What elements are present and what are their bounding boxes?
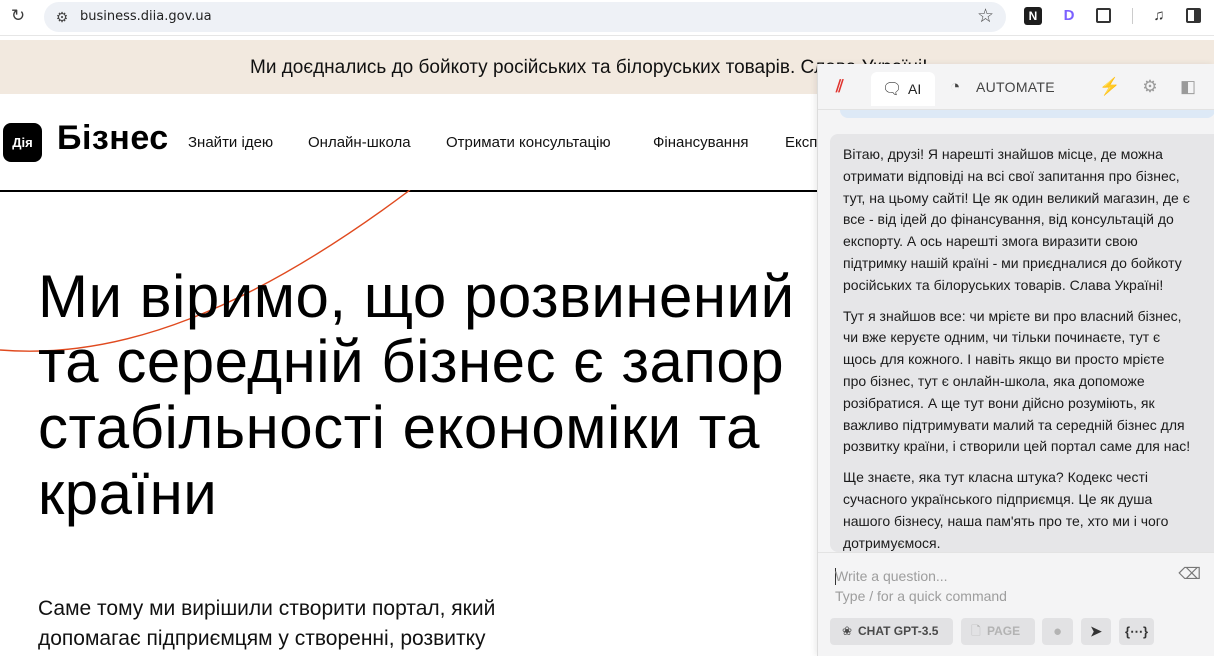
nav-consultation[interactable]: Отримати консультацію bbox=[446, 134, 611, 151]
hero-heading-line-2: та середній бізнес є запор bbox=[38, 328, 785, 395]
message-line: чи вже керуєте одним, чи тільки починаєт… bbox=[843, 329, 1161, 346]
site-settings-icon[interactable]: ⚙ bbox=[53, 8, 71, 26]
tab-automate-label: AUTOMATE bbox=[976, 79, 1055, 95]
media-control-icon[interactable]: ♫ bbox=[1150, 7, 1168, 25]
nav-find-idea[interactable]: Знайти ідею bbox=[188, 134, 273, 151]
reload-icon[interactable]: ↻ bbox=[8, 6, 28, 26]
diia-logo[interactable]: Дія bbox=[3, 123, 42, 162]
hero-subtext-line-1: Саме тому ми вирішили створити портал, я… bbox=[38, 597, 496, 620]
nav-online-school[interactable]: Онлайн-школа bbox=[308, 134, 411, 151]
message-line: нашого бізнесу, наша пам'ять про те, хто… bbox=[843, 512, 1169, 529]
message-line: важливо підтримувати малий та середній б… bbox=[843, 416, 1185, 433]
eraser-icon[interactable]: ⌫ bbox=[1178, 564, 1201, 584]
ai-side-panel: ⫽ 🗨 AI ◔ AUTOMATE ⚡ ⚙ ◧ Вітаю, друзі! Я … bbox=[817, 64, 1214, 656]
browser-toolbar: ↻ ⚙ business.diia.gov.ua ☆ N D ♫ bbox=[0, 0, 1214, 36]
openai-icon: ❀ bbox=[841, 624, 853, 638]
question-input-area[interactable]: Write a question... Type / for a quick c… bbox=[818, 552, 1214, 656]
page-icon: 🗋 bbox=[971, 624, 981, 638]
ai-response-bubble: Вітаю, друзі! Я нарешті знайшов місце, д… bbox=[830, 134, 1214, 552]
message-line: Ще знаєте, яка тут класна штука? Кодекс … bbox=[843, 469, 1148, 486]
nav-export[interactable]: Експ bbox=[785, 134, 817, 151]
input-hint: Type / for a quick command bbox=[835, 588, 1007, 604]
hero-heading-line-4: країни bbox=[38, 460, 218, 527]
message-line: розібратися. А ще тут вони дійсно розумі… bbox=[843, 394, 1155, 411]
brand-title[interactable]: Бізнес bbox=[57, 119, 169, 158]
web-access-button[interactable]: ● bbox=[1042, 618, 1073, 645]
toolbar-divider bbox=[1132, 8, 1133, 24]
message-line: сучасного українського підприємця. Це як… bbox=[843, 490, 1153, 507]
message-line: Вітаю, друзі! Я нарешті знайшов місце, д… bbox=[843, 146, 1163, 162]
tab-ai-label: AI bbox=[908, 81, 922, 97]
tab-ai[interactable]: 🗨 AI bbox=[871, 72, 935, 106]
previous-message bbox=[840, 110, 1214, 118]
message-line: дотримуємося. bbox=[843, 534, 941, 551]
input-placeholder[interactable]: Write a question... bbox=[835, 568, 948, 584]
gear-icon[interactable]: ⚙ bbox=[1139, 76, 1161, 98]
extensions-puzzle-icon[interactable] bbox=[1096, 8, 1111, 23]
globe-icon: ● bbox=[1052, 623, 1063, 640]
panel-header: ⫽ 🗨 AI ◔ AUTOMATE ⚡ ⚙ ◧ bbox=[818, 64, 1214, 110]
page-label: PAGE bbox=[987, 624, 1021, 638]
gauge-icon: ◔ bbox=[950, 77, 961, 96]
message-line: Тут я знайшов все: чи мрієте ви про влас… bbox=[843, 307, 1182, 324]
extension-n-icon[interactable]: N bbox=[1024, 7, 1042, 25]
page-context-button[interactable]: 🗋 PAGE bbox=[961, 618, 1035, 645]
url-text[interactable]: business.diia.gov.ua bbox=[80, 9, 212, 24]
cursor-button[interactable]: ➤ bbox=[1081, 618, 1111, 645]
message-line: все - від ідей до фінансування, від конс… bbox=[843, 211, 1174, 228]
message-line: російських та білоруських товарів. Слава… bbox=[843, 276, 1164, 293]
side-panel-icon[interactable] bbox=[1186, 8, 1201, 23]
hero-heading-line-1: Ми віримо, що розвинений bbox=[38, 263, 795, 330]
address-bar[interactable]: ⚙ business.diia.gov.ua ☆ bbox=[44, 2, 1006, 32]
cursor-icon: ➤ bbox=[1090, 623, 1102, 639]
message-line: тут, на цьому сайті! Це як один великий … bbox=[843, 189, 1190, 206]
braces-icon: {⋯} bbox=[1124, 624, 1149, 639]
commands-button[interactable]: {⋯} bbox=[1119, 618, 1154, 645]
harpa-logo-icon[interactable]: ⫽ bbox=[836, 77, 844, 97]
model-label: CHAT GPT-3.5 bbox=[858, 624, 939, 638]
message-line: щось для кожного. І навіть якщо ви прост… bbox=[843, 351, 1165, 368]
hero-subtext-line-2: допомагає підприємцям у створенні, розви… bbox=[38, 627, 486, 650]
extension-d-icon[interactable]: D bbox=[1060, 7, 1078, 25]
model-select-button[interactable]: ❀ CHAT GPT-3.5 bbox=[830, 618, 953, 645]
lightning-icon[interactable]: ⚡ bbox=[1099, 76, 1121, 98]
dock-panel-icon[interactable]: ◧ bbox=[1177, 76, 1199, 98]
bookmark-star-icon[interactable]: ☆ bbox=[977, 5, 994, 28]
message-line: підтримку нашій країні - ми приєдналися … bbox=[843, 254, 1182, 271]
message-line: експорту. А ось нарешті змога виразити с… bbox=[843, 233, 1138, 250]
chat-icon: 🗨 bbox=[882, 81, 903, 98]
message-line: отримати відповіді на всі свої запитання… bbox=[843, 167, 1180, 184]
hero-heading-line-3: стабільності економіки та bbox=[38, 394, 760, 461]
message-line: розвитку країни, і створили цей портал с… bbox=[843, 438, 1191, 455]
nav-financing[interactable]: Фінансування bbox=[653, 134, 748, 151]
message-line: про бізнес, тут є онлайн-школа, яка допо… bbox=[843, 372, 1145, 389]
